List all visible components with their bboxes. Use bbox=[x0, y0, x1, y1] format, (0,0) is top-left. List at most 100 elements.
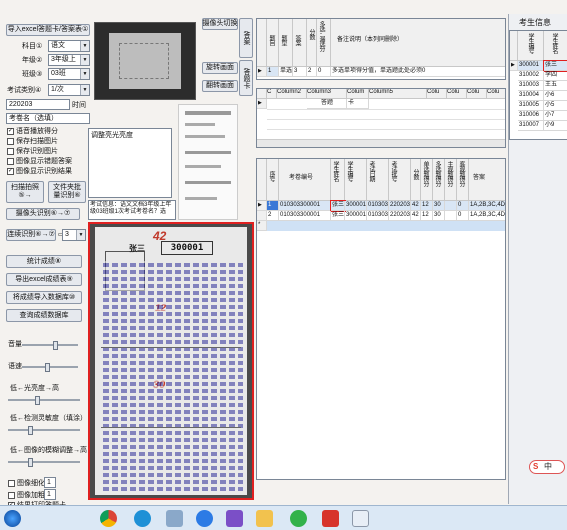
column-header[interactable]: 序号 bbox=[267, 159, 279, 201]
table-cell[interactable]: 1A,2B,3C,4D,5 bbox=[469, 201, 505, 211]
table-cell[interactable]: 0 bbox=[317, 67, 331, 77]
column-header[interactable]: 客观题得分 bbox=[457, 159, 469, 201]
sogou-icon[interactable] bbox=[196, 510, 213, 527]
table-cell[interactable]: 12 bbox=[421, 201, 433, 211]
table-cell[interactable]: 0 bbox=[457, 201, 469, 211]
column-header[interactable]: Column2 bbox=[277, 89, 307, 99]
column-header[interactable]: 学生姓名 bbox=[544, 31, 567, 61]
table-cell[interactable]: 300001 bbox=[345, 201, 367, 211]
column-header[interactable]: 考卷编号 bbox=[279, 159, 331, 201]
light-slider[interactable] bbox=[8, 396, 80, 405]
student-name[interactable]: 小6 bbox=[544, 91, 567, 101]
answer-table[interactable]: 题目 题型 答案 分数 多选-漏选分 备注说明（本列同删除） ▶ 1 单选题 3… bbox=[256, 18, 506, 80]
chrome-icon[interactable] bbox=[100, 510, 117, 527]
table-cell[interactable]: 3 bbox=[293, 67, 307, 77]
subject-select[interactable]: 语文 ▼ bbox=[48, 40, 90, 52]
student-id[interactable]: 310007 bbox=[518, 121, 544, 131]
continuous-count-select[interactable]: 3 ▼ bbox=[62, 229, 86, 241]
exam-type-select[interactable]: 1/次 ▼ bbox=[48, 84, 90, 96]
table-cell[interactable]: 010303300001 bbox=[279, 201, 331, 211]
student-id[interactable]: 310005 bbox=[518, 101, 544, 111]
results-table[interactable]: 序号 考卷编号 学生姓名 学生编号 考试日期 考试批号 分数 单选题得分 多选题… bbox=[256, 158, 506, 480]
column-header[interactable]: Colu bbox=[447, 89, 467, 99]
column-header[interactable]: 学生编号 bbox=[518, 31, 544, 61]
continuous-recognize-button[interactable]: 连续识别⑥→⑦ bbox=[6, 229, 56, 241]
table-cell[interactable]: 220203 bbox=[389, 201, 411, 211]
notes-area[interactable]: 调整亮光亮度 bbox=[88, 128, 172, 198]
wechat-icon[interactable] bbox=[290, 510, 307, 527]
student-name[interactable]: 小7 bbox=[544, 111, 567, 121]
table-cell[interactable]: 1 bbox=[267, 201, 279, 211]
ime-indicator[interactable]: S 中 bbox=[529, 460, 565, 474]
table-cell[interactable] bbox=[445, 211, 457, 221]
column-header[interactable]: Colu bbox=[427, 89, 447, 99]
column-header[interactable]: 考试日期 bbox=[367, 159, 389, 201]
flip-button[interactable]: 翻转画面 bbox=[202, 80, 238, 92]
table-cell[interactable]: 1 bbox=[267, 67, 279, 77]
tab-answer[interactable]: 答案 bbox=[239, 18, 253, 58]
column-header[interactable]: Colu bbox=[467, 89, 487, 99]
query-database-button[interactable]: 查询成绩数据库 bbox=[6, 309, 82, 322]
blur-slider[interactable] bbox=[8, 458, 80, 467]
student-id[interactable]: 300001 bbox=[518, 61, 544, 71]
column-header[interactable]: 分数 bbox=[307, 19, 317, 67]
checkbox-voice-score[interactable]: ✓ 语音播放得分 bbox=[7, 127, 58, 136]
table-cell[interactable]: 单选题 bbox=[279, 67, 293, 77]
student-name[interactable]: 王五 bbox=[544, 81, 567, 91]
checkbox-box[interactable] bbox=[7, 148, 14, 155]
table-cell[interactable]: 2 bbox=[267, 211, 279, 221]
app-icon[interactable] bbox=[166, 510, 183, 527]
column-header[interactable]: C bbox=[267, 89, 277, 99]
table-cell[interactable]: 300001 bbox=[345, 211, 367, 221]
exam-name-input[interactable]: 考卷名（选填） bbox=[6, 113, 90, 124]
tab-answer-sheet[interactable]: 答题卡 bbox=[239, 60, 253, 96]
speed-slider[interactable] bbox=[22, 363, 78, 372]
table-cell[interactable]: 30 bbox=[433, 211, 445, 221]
student-name[interactable]: 小5 bbox=[544, 101, 567, 111]
sensitivity-slider[interactable] bbox=[8, 426, 80, 435]
column-header[interactable]: 多选-漏选分 bbox=[317, 19, 331, 67]
table-cell[interactable]: 答题 bbox=[307, 99, 347, 109]
checkbox-box[interactable] bbox=[7, 138, 14, 145]
checkbox-show-wrong[interactable]: 图像显示错题答案 bbox=[7, 157, 72, 166]
bold-input[interactable]: 1 bbox=[44, 489, 56, 500]
table-cell[interactable]: 12 bbox=[421, 211, 433, 221]
checkbox-image-bold[interactable]: 图像加粗 bbox=[8, 491, 45, 500]
grade-select[interactable]: 3年级上 ▼ bbox=[48, 54, 90, 66]
student-id[interactable]: 310006 bbox=[518, 111, 544, 121]
column-header[interactable]: 主观题得分 bbox=[445, 159, 457, 201]
checkbox-image-thin[interactable]: 图像细化 bbox=[8, 479, 45, 488]
checkbox-show-result[interactable]: ✓ 图像显示识别结果 bbox=[7, 167, 72, 176]
windows-start-icon[interactable] bbox=[4, 510, 21, 527]
checkbox-box[interactable]: ✓ bbox=[7, 128, 14, 135]
table-cell[interactable]: 卡 bbox=[347, 99, 369, 109]
column-header[interactable]: 答案 bbox=[293, 19, 307, 67]
student-id[interactable]: 310002 bbox=[518, 71, 544, 81]
scan-button[interactable]: 扫描拍照⑤→ bbox=[6, 181, 44, 203]
horizontal-scrollbar[interactable] bbox=[257, 139, 505, 147]
visual-studio-icon[interactable] bbox=[226, 510, 243, 527]
table-cell[interactable]: 30 bbox=[433, 201, 445, 211]
table-cell[interactable] bbox=[445, 201, 457, 211]
volume-slider[interactable] bbox=[22, 341, 78, 350]
column-header[interactable]: 答案 bbox=[469, 159, 505, 201]
column-header[interactable]: Column3 bbox=[307, 89, 347, 99]
student-name[interactable]: 小9 bbox=[544, 121, 567, 131]
student-name[interactable]: 张三 bbox=[543, 60, 567, 72]
thin-input[interactable]: 1 bbox=[44, 477, 56, 488]
folder-icon[interactable] bbox=[256, 510, 273, 527]
table-cell[interactable]: 张三 bbox=[331, 211, 345, 221]
column-header[interactable]: 题目 bbox=[267, 19, 279, 67]
edge-icon[interactable] bbox=[134, 510, 151, 527]
stats-button[interactable]: 统计成绩⑧ bbox=[6, 255, 82, 268]
table-cell[interactable]: 张三 bbox=[330, 200, 346, 212]
table-cell[interactable]: 010303 bbox=[367, 201, 389, 211]
checkbox-save-scan[interactable]: 保存扫描图片 bbox=[7, 137, 58, 146]
camera-switch-button[interactable]: 摄像头切换 bbox=[202, 18, 238, 30]
column-header[interactable]: 学生姓名 bbox=[331, 159, 345, 201]
column-header[interactable]: 多选题得分 bbox=[433, 159, 445, 201]
column-header[interactable]: 考试批号 bbox=[389, 159, 411, 201]
table-cell[interactable]: 010303 bbox=[367, 211, 389, 221]
folder-batch-button[interactable]: 文件夹批量识别⑥ bbox=[48, 181, 86, 203]
table-cell[interactable]: 2 bbox=[307, 67, 317, 77]
